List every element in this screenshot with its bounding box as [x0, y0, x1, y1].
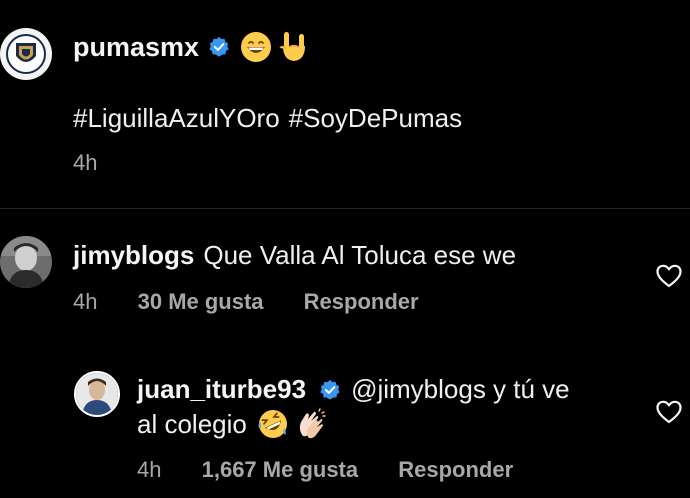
reply-button[interactable]: Responder	[398, 457, 513, 483]
post-username[interactable]: pumasmx	[73, 32, 199, 63]
reply-timestamp: 4h	[137, 457, 162, 482]
jimyblogs-avatar[interactable]	[0, 236, 52, 288]
reply-button[interactable]: Responder	[304, 289, 419, 315]
clapping-hands-emoji	[299, 408, 326, 439]
sign-of-horns-emoji	[279, 32, 306, 61]
comment-meta: 4h 30 Me gusta Responder	[73, 289, 419, 315]
post-timestamp: 4h	[73, 150, 98, 175]
post-caption: pumasmx #LiguillaAzulYOro #SoyDePumas 4h	[0, 0, 690, 208]
rolling-laughing-emoji	[258, 410, 287, 438]
comment-text-line: jimyblogs Que Valla Al Toluca ese we	[73, 240, 516, 271]
grinning-face-emoji	[241, 32, 272, 62]
heart-outline-icon[interactable]	[656, 400, 682, 424]
profile-photo-icon	[0, 236, 52, 288]
reply-text-line-1: juan_iturbe93 @jimyblogs y tú ve	[137, 374, 570, 405]
reply-likes[interactable]: 1,667 Me gusta	[202, 457, 359, 483]
comment-timestamp: 4h	[73, 289, 98, 314]
pumas-avatar[interactable]	[0, 28, 52, 80]
reply-username[interactable]: juan_iturbe93	[137, 374, 306, 404]
reply-mention[interactable]: @jimyblogs	[351, 374, 486, 404]
heart-outline-icon[interactable]	[656, 264, 682, 288]
hashtag-liguilla[interactable]: #LiguillaAzulYOro	[73, 103, 280, 133]
profile-photo-icon	[76, 373, 118, 415]
reply-text-line-2: al colegio	[137, 408, 327, 440]
comment-text: Que Valla Al Toluca ese we	[203, 240, 517, 270]
verified-badge-icon	[320, 379, 340, 400]
pumas-logo-icon	[6, 34, 46, 74]
reply-text-part1: y tú ve	[485, 374, 570, 404]
juan-iturbe-avatar[interactable]	[74, 371, 120, 417]
hashtag-soydepumas[interactable]: #SoyDePumas	[289, 103, 462, 133]
divider	[0, 208, 690, 209]
reply-text-part2: al colegio	[137, 408, 247, 439]
reply-meta: 4h 1,667 Me gusta Responder	[137, 457, 513, 483]
verified-badge-icon	[209, 36, 229, 57]
comment-username[interactable]: jimyblogs	[73, 240, 194, 270]
post-hashtags: #LiguillaAzulYOro #SoyDePumas	[73, 103, 471, 134]
comment-likes[interactable]: 30 Me gusta	[138, 289, 264, 315]
post-header: pumasmx	[73, 27, 310, 67]
